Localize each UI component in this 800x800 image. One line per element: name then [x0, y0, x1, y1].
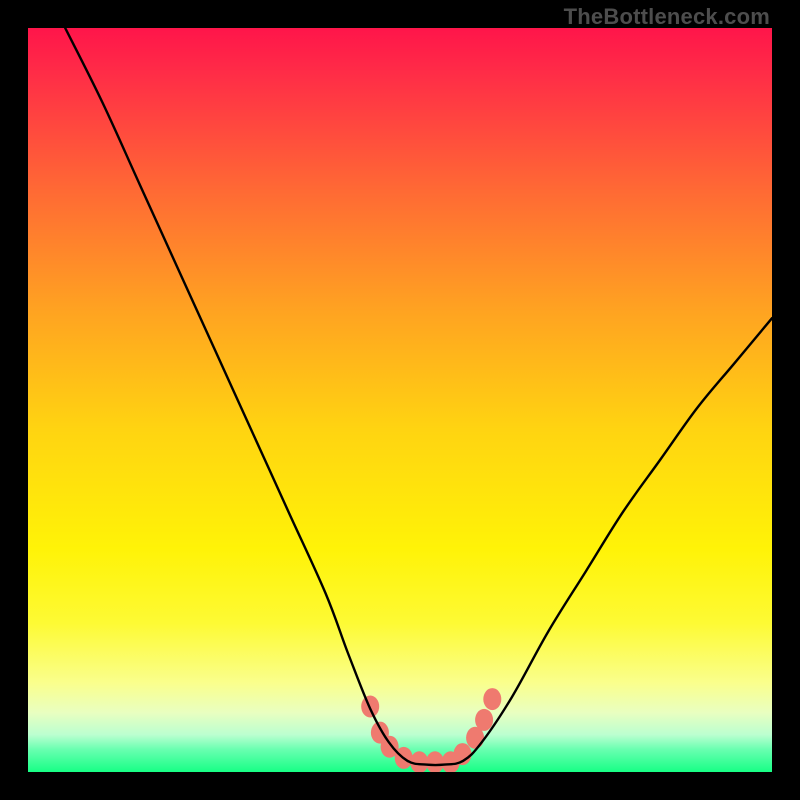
bead-marker — [475, 709, 493, 731]
watermark-text: TheBottleneck.com — [564, 4, 770, 30]
bead-marker — [483, 688, 501, 710]
bead-marker — [426, 751, 444, 772]
bead-marker — [410, 751, 428, 772]
bottleneck-curve — [65, 28, 772, 765]
curve-layer — [28, 28, 772, 772]
plot-area — [28, 28, 772, 772]
chart-frame: TheBottleneck.com — [0, 0, 800, 800]
